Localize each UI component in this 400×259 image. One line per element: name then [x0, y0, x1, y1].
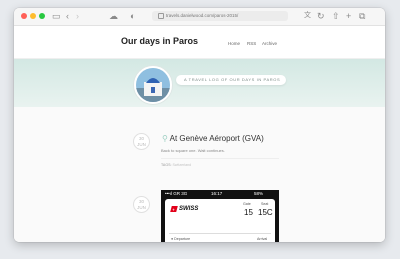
departure-pin-icon: ● — [171, 237, 174, 241]
hero-tagline: A TRAVEL LOG OF OUR DAYS IN PAROS — [176, 75, 286, 85]
cloud-icon[interactable]: ☁ — [109, 10, 118, 22]
post-tags: TAGS: Switzerland — [161, 163, 191, 167]
tagline-text: A TRAVEL LOG OF OUR DAYS IN PAROS — [184, 77, 281, 82]
gate-label: Gate — [243, 202, 251, 206]
nav-rss[interactable]: RSS — [247, 41, 256, 46]
forward-icon[interactable]: › — [76, 10, 79, 22]
reload-icon[interactable]: ↻ — [317, 10, 325, 22]
boarding-pass-photo[interactable]: •••ıl GR 3G 16:17 58% + SWISS Gate Seat … — [161, 190, 279, 242]
address-bar[interactable]: travels.danielwood.com/paros-2015/ — [152, 11, 288, 21]
battery-text: 58% — [254, 191, 264, 196]
swiss-logo-icon: + — [170, 206, 178, 212]
translate-icon[interactable]: 文 — [304, 10, 311, 22]
new-tab-icon[interactable]: + — [346, 10, 351, 22]
minimize-window-button[interactable] — [30, 13, 36, 19]
share-icon[interactable]: ⇧ — [332, 10, 340, 22]
tabs-icon[interactable]: ⧉ — [359, 10, 365, 22]
lock-icon — [158, 13, 164, 19]
post-title[interactable]: ⚲ At Genève Aéroport (GVA) — [162, 134, 264, 143]
post-month: JUN — [137, 142, 146, 147]
zoom-window-button[interactable] — [39, 13, 45, 19]
airline-name: SWISS — [179, 206, 199, 212]
post-title-text[interactable]: At Genève Aéroport (GVA) — [170, 134, 264, 143]
post-month: JUN — [137, 205, 146, 210]
browser-window: ▭ ‹ › ☁ ◐ travels.danielwood.com/paros-2… — [14, 8, 385, 242]
sidebar-icon[interactable]: ▭ — [52, 10, 61, 22]
post-divider — [161, 158, 279, 159]
phone-status-bar: •••ıl GR 3G 16:17 58% — [161, 190, 279, 198]
privacy-icon[interactable]: ◐ — [130, 10, 135, 22]
ticket-divider — [169, 233, 271, 234]
post-body: Back to square one. Wait continues. — [161, 148, 225, 153]
arrival-label: Arrival — [257, 237, 268, 241]
site-title[interactable]: Our days in Paros — [121, 36, 198, 46]
tags-label: TAGS: — [161, 163, 172, 167]
back-icon[interactable]: ‹ — [66, 10, 69, 22]
url-text: travels.danielwood.com/paros-2015/ — [166, 13, 239, 18]
post-date-badge: 30 JUN — [133, 133, 150, 150]
boarding-pass: + SWISS Gate Seat 15 15C ● Departure Arr… — [165, 199, 275, 242]
gate-value: 15 — [244, 208, 253, 217]
avatar — [134, 66, 172, 104]
seat-label: Seat — [261, 202, 269, 206]
browser-toolbar: ▭ ‹ › ☁ ◐ travels.danielwood.com/paros-2… — [14, 8, 385, 26]
nav-archive[interactable]: Archive — [262, 41, 277, 46]
close-window-button[interactable] — [21, 13, 27, 19]
map-pin-icon: ⚲ — [162, 134, 168, 143]
site-header: Our days in Paros Home RSS Archive — [14, 26, 385, 59]
seat-value: 15C — [258, 208, 273, 217]
departure-label: ● Departure — [171, 237, 190, 241]
carrier-text: •••ıl GR 3G — [165, 191, 188, 196]
post-date-badge: 30 JUN — [133, 196, 150, 213]
departure-text: Departure — [174, 237, 191, 241]
nav-home[interactable]: Home — [228, 41, 240, 46]
tag-link[interactable]: Switzerland — [173, 163, 192, 167]
phone-time: 16:17 — [211, 191, 223, 196]
